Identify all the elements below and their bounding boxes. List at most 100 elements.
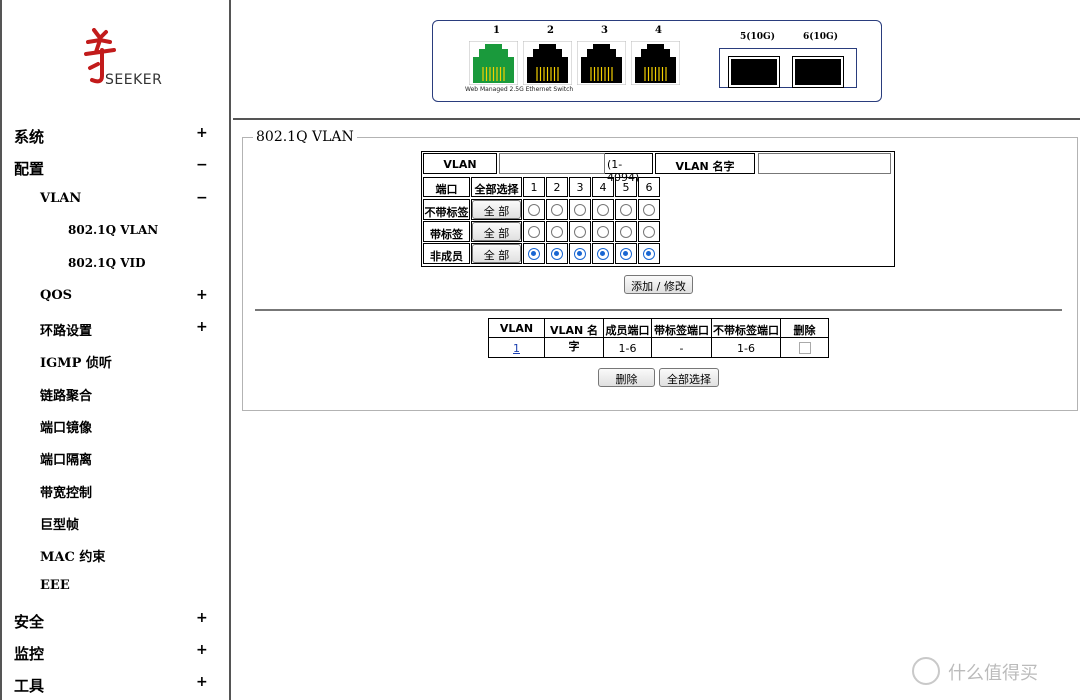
collapse-icon[interactable]: − [196, 157, 208, 173]
menu-vlan[interactable]: VLAN − [2, 184, 231, 216]
menu-label: 环路设置 [40, 324, 93, 339]
fieldset-legend: 802.1Q VLAN [253, 129, 357, 145]
menu-label: IGMP 侦听 [40, 356, 112, 371]
rj45-port-icon[interactable] [577, 41, 626, 85]
port-membership-radio[interactable] [620, 248, 632, 260]
menu-tools[interactable]: 工具 + [2, 668, 231, 700]
rj45-port-icon[interactable] [631, 41, 680, 85]
col-header-delete: 删除 [780, 318, 829, 338]
tagged-select-all-button[interactable]: 全 部 [472, 222, 521, 241]
untagged-select-all-button[interactable]: 全 部 [472, 200, 521, 219]
port-number: 3 [601, 25, 608, 36]
menu-eee[interactable]: EEE [2, 571, 231, 603]
port-membership-radio[interactable] [574, 248, 586, 260]
col-header-vlan: VLAN [488, 318, 545, 338]
menu-igmp[interactable]: IGMP 侦听 [2, 345, 231, 377]
menu-monitor[interactable]: 监控 + [2, 636, 231, 668]
sfp-port-group [719, 48, 857, 88]
menu-label: MAC 约束 [40, 550, 106, 565]
port-membership-radio[interactable] [597, 226, 609, 238]
menu-port-isolation[interactable]: 端口隔离 [2, 442, 231, 474]
menu-link-aggregation[interactable]: 链路聚合 [2, 378, 231, 410]
brand-name: SEEKER [105, 72, 163, 88]
switch-front-panel: 1 2 3 4 Web Managed 2.5G Ethernet Switch… [432, 20, 882, 102]
menu-label: 系统 [14, 128, 45, 146]
vlan-id-label: VLAN [423, 153, 497, 174]
sfp-port-icon[interactable] [728, 56, 780, 88]
menu-label: 巨型帧 [40, 518, 80, 533]
rj45-port-icon[interactable] [469, 41, 518, 85]
port-membership-radio[interactable] [643, 248, 655, 260]
menu-qos[interactable]: QOS + [2, 281, 231, 313]
port-membership-radio[interactable] [528, 226, 540, 238]
port-membership-radio[interactable] [620, 226, 632, 238]
menu-security[interactable]: 安全 + [2, 604, 231, 636]
vlan-id-link[interactable]: 1 [488, 337, 545, 358]
menu-config[interactable]: 配置 − [2, 151, 231, 183]
menu-label: 端口镜像 [40, 421, 93, 436]
port-membership-radio[interactable] [643, 204, 655, 216]
col-header-tagged: 带标签端口 [651, 318, 712, 338]
port-col-header: 3 [569, 177, 591, 197]
non-member-select-all-button[interactable]: 全 部 [472, 244, 521, 263]
delete-checkbox[interactable] [799, 342, 811, 354]
port-membership-radio[interactable] [574, 204, 586, 216]
expand-icon[interactable]: + [196, 642, 208, 658]
port-membership-radio[interactable] [597, 204, 609, 216]
port-col-header: 4 [592, 177, 614, 197]
delete-button[interactable]: 删除 [598, 368, 655, 387]
menu-mac-limit[interactable]: MAC 约束 [2, 539, 231, 571]
port-membership-radio[interactable] [551, 226, 563, 238]
port-membership-radio[interactable] [528, 204, 540, 216]
menu-label: 工具 [14, 677, 45, 695]
vlan-name-input[interactable] [758, 153, 891, 174]
menu-jumbo-frame[interactable]: 巨型帧 [2, 507, 231, 539]
vlan-id-range: (1-4094) [605, 153, 653, 184]
watermark-icon [912, 657, 940, 685]
vlan-config-form: VLAN (1-4094) VLAN 名字 端口 全部选择 1 2 3 4 5 … [421, 151, 895, 267]
port-membership-radio[interactable] [597, 248, 609, 260]
menu-label: 带宽控制 [40, 486, 93, 501]
vlan-id-input[interactable] [499, 153, 605, 174]
port-membership-radio[interactable] [643, 226, 655, 238]
expand-icon[interactable]: + [196, 287, 208, 303]
add-modify-button[interactable]: 添加 / 修改 [624, 275, 693, 294]
select-all-button[interactable]: 全部选择 [659, 368, 719, 387]
logo: SEEKER [78, 28, 178, 88]
menu-label: 配置 [14, 160, 45, 178]
tagged-cell: - [651, 337, 712, 358]
expand-icon[interactable]: + [196, 319, 208, 335]
port-col-header: 2 [546, 177, 568, 197]
menu-label: QOS [40, 288, 73, 303]
menu-bandwidth[interactable]: 带宽控制 [2, 475, 231, 507]
untagged-cell: 1-6 [711, 337, 781, 358]
menu-label: 802.1Q VID [68, 256, 146, 270]
collapse-icon[interactable]: − [196, 190, 208, 206]
select-all-header: 全部选择 [471, 177, 522, 197]
sfp-port-label: 6(10G) [803, 32, 838, 42]
menu-port-mirror[interactable]: 端口镜像 [2, 410, 231, 442]
menu-loop[interactable]: 环路设置 + [2, 313, 231, 345]
rj45-port-icon[interactable] [523, 41, 572, 85]
port-membership-radio[interactable] [574, 226, 586, 238]
sidebar: SEEKER 系统 + 配置 − VLAN − 802.1Q VLAN 802.1Q … [0, 0, 231, 700]
port-membership-radio[interactable] [528, 248, 540, 260]
port-col-header: 1 [523, 177, 545, 197]
vlan-name-label: VLAN 名字 [655, 153, 755, 174]
expand-icon[interactable]: + [196, 610, 208, 626]
menu-8021q-vid[interactable]: 802.1Q VID [2, 249, 231, 281]
menu-system[interactable]: 系统 + [2, 119, 231, 151]
port-membership-radio[interactable] [551, 204, 563, 216]
col-header-name: VLAN 名字 [544, 318, 604, 353]
menu-label: EEE [40, 578, 70, 593]
port-membership-radio[interactable] [620, 204, 632, 216]
menu-label: 链路聚合 [40, 389, 93, 404]
menu-8021q-vlan[interactable]: 802.1Q VLAN [2, 216, 231, 248]
expand-icon[interactable]: + [196, 674, 208, 690]
expand-icon[interactable]: + [196, 125, 208, 141]
port-membership-radio[interactable] [551, 248, 563, 260]
sfp-port-icon[interactable] [792, 56, 844, 88]
non-member-row-label: 非成员 [423, 243, 470, 264]
col-header-members: 成员端口 [603, 318, 652, 338]
untagged-row-label: 不带标签 [423, 199, 470, 220]
